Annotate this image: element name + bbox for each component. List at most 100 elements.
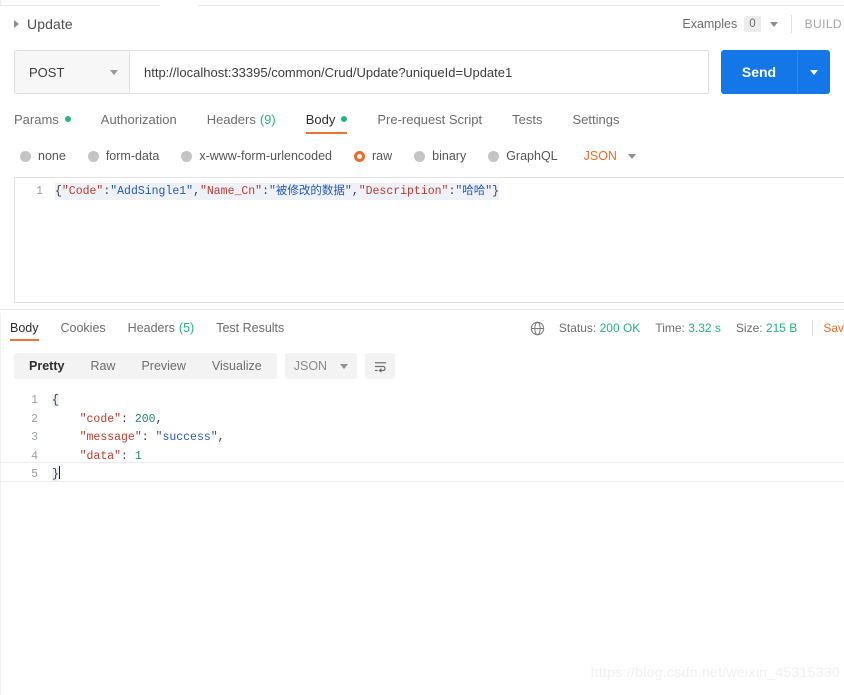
url-input[interactable]: http://localhost:33395/common/Crud/Updat… — [129, 50, 709, 94]
code-token: "success" — [155, 431, 218, 444]
size-value: 215 B — [765, 321, 798, 335]
code-token: "Name_Cn" — [199, 185, 263, 198]
request-body-code[interactable]: {"Code":"AddSingle1","Name_Cn":"被修改的数据",… — [55, 183, 500, 200]
tab-headers[interactable]: Headers (9) — [207, 106, 276, 132]
tab-params[interactable]: Params — [14, 106, 71, 132]
caret-right-icon[interactable] — [14, 20, 19, 28]
status-dot-icon — [341, 116, 348, 122]
size-item: Size: 215 B — [736, 321, 797, 335]
chevron-down-icon — [110, 69, 118, 75]
line-number: 1 — [36, 185, 43, 198]
tab-pre-request-script[interactable]: Pre-request Script — [377, 106, 482, 132]
url-bar: POST http://localhost:33395/common/Crud/… — [14, 50, 830, 94]
body-type-binary-label: binary — [432, 149, 467, 163]
request-title-actions: Examples 0 BUILD — [682, 6, 844, 42]
body-type-form-data[interactable]: form-data — [87, 149, 159, 163]
body-type-options: none form-data x-www-form-urlencoded raw… — [20, 144, 830, 168]
code-token: "Code" — [61, 185, 104, 198]
body-type-urlencoded[interactable]: x-www-form-urlencoded — [181, 149, 332, 163]
response-format-value: JSON — [293, 359, 328, 373]
response-rule — [0, 462, 844, 463]
method-value: POST — [29, 64, 65, 80]
code-token: 1 — [134, 449, 142, 463]
tab-authorization-label: Authorization — [100, 111, 177, 127]
save-response-button[interactable]: Sav — [823, 321, 844, 335]
response-body-code-line[interactable]: "data": 1 — [52, 448, 142, 467]
code-token: : — [141, 431, 156, 444]
response-tab-headers[interactable]: Headers (5) — [128, 316, 195, 340]
tab-body-label: Body — [305, 111, 336, 127]
method-selector[interactable]: POST — [14, 50, 129, 94]
tab-tests[interactable]: Tests — [512, 106, 542, 132]
code-token: , — [155, 412, 163, 426]
word-wrap-button[interactable] — [365, 353, 396, 379]
chevron-down-icon — [810, 69, 818, 75]
tab-headers-label: Headers — [206, 111, 256, 127]
view-raw-button[interactable]: Raw — [77, 353, 128, 379]
view-pretty-button[interactable]: Pretty — [16, 353, 77, 379]
body-type-raw-label: raw — [372, 149, 393, 163]
radio-icon — [20, 150, 31, 162]
code-token: , — [351, 185, 359, 198]
view-visualize-button[interactable]: Visualize — [199, 353, 275, 379]
tab-body[interactable]: Body — [305, 106, 348, 134]
body-type-graphql-label: GraphQL — [506, 149, 558, 163]
line-number: 1 — [31, 394, 38, 407]
line-number: 4 — [31, 449, 38, 463]
build-label[interactable]: BUILD — [805, 17, 844, 31]
chevron-down-icon — [627, 153, 636, 159]
code-token: "code" — [79, 412, 122, 426]
response-body-viewer[interactable]: 1 {2 "code": 200, 3 "message": "success", 4… — [0, 392, 844, 492]
page-title: Update — [27, 16, 73, 32]
text-cursor — [58, 466, 60, 479]
radio-icon — [181, 150, 193, 162]
time-label: Time: — [655, 321, 685, 335]
body-type-raw[interactable]: raw — [354, 149, 392, 163]
request-body-editor[interactable]: 1 {"Code":"AddSingle1","Name_Cn":"被修改的数据… — [14, 177, 844, 303]
response-body-code-line[interactable]: "message": "success", — [52, 429, 225, 448]
request-title-row: Update Examples 0 BUILD — [0, 6, 844, 42]
response-tab-cookies-label: Cookies — [60, 321, 106, 335]
body-type-none[interactable]: none — [20, 149, 66, 163]
response-tab-cookies[interactable]: Cookies — [61, 316, 106, 340]
response-tab-headers-count: (5) — [178, 321, 195, 335]
response-body-code-line[interactable]: { — [52, 392, 59, 411]
code-token: , — [217, 431, 225, 444]
code-token: "哈哈" — [455, 185, 493, 198]
code-token: : — [121, 449, 135, 463]
response-tab-body-label: Body — [10, 321, 39, 335]
response-tab-test-results[interactable]: Test Results — [216, 316, 284, 340]
left-edge-rule — [0, 313, 1, 695]
response-rule — [0, 481, 844, 482]
status-dot-icon — [64, 116, 71, 122]
status-value: 200 OK — [599, 321, 641, 335]
view-preview-button[interactable]: Preview — [128, 353, 198, 379]
response-format-selector[interactable]: JSON — [284, 353, 358, 379]
send-options-button[interactable] — [797, 50, 830, 94]
request-tabs: Params Authorization Headers (9) Body Pr… — [14, 106, 830, 134]
code-token: "被修改的数据" — [269, 185, 352, 198]
response-tab-body[interactable]: Body — [10, 316, 39, 341]
code-token: "data" — [79, 449, 122, 463]
line-number: 3 — [31, 431, 38, 444]
chevron-down-icon[interactable] — [769, 21, 778, 27]
response-body-code-line[interactable]: "code": 200, — [52, 411, 163, 430]
tab-params-label: Params — [14, 111, 59, 127]
radio-icon — [414, 150, 426, 162]
request-title-group[interactable]: Update — [0, 16, 73, 32]
tab-settings[interactable]: Settings — [572, 106, 619, 132]
body-type-graphql[interactable]: GraphQL — [488, 149, 558, 163]
tab-authorization[interactable]: Authorization — [101, 106, 177, 132]
code-token: 200 — [134, 412, 156, 426]
body-format-selector[interactable]: JSON — [584, 149, 636, 163]
send-button[interactable]: Send — [721, 50, 797, 94]
body-type-binary[interactable]: binary — [414, 149, 466, 163]
code-line: 2 "code": 200, — [0, 411, 844, 430]
code-token: : — [121, 412, 135, 426]
response-header: Body Cookies Headers (5) Test Results St… — [0, 313, 844, 343]
divider — [790, 15, 792, 33]
globe-icon[interactable] — [530, 321, 545, 336]
